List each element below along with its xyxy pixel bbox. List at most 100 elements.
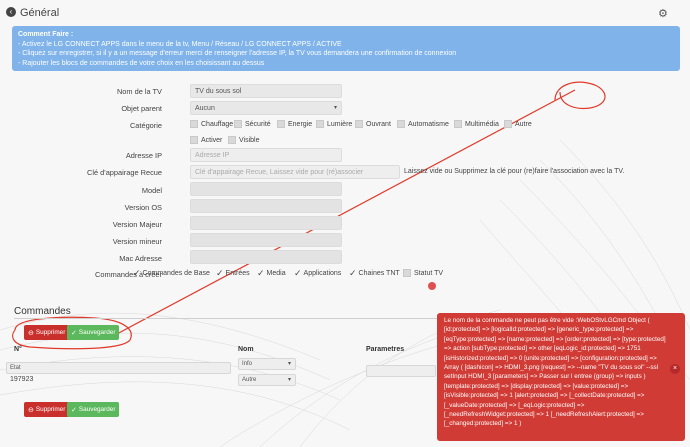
info-title: Comment Faire : [18,31,74,38]
visible-label: Visible [239,136,260,144]
ip-input[interactable]: Adresse IP [190,148,342,162]
category-checkbox[interactable]: Multimédia [454,120,499,128]
checkbox-box[interactable] [403,269,411,277]
create-option-checkbox[interactable]: ✓ Entrées [216,269,250,278]
save-button-bottom[interactable]: ✓ Sauvegarder [67,402,120,417]
major-version-field [190,216,342,230]
model-field [190,182,342,196]
minor-version-label: Version mineur [112,237,162,246]
error-notification: Le nom de la commande ne peut pas être v… [437,313,685,441]
create-option-label: Commandes de Base [142,269,210,277]
os-version-field [190,199,342,213]
create-option-label: Media [266,269,286,277]
command-parameters-field[interactable] [366,365,436,377]
checkbox-box[interactable] [234,120,242,128]
create-option-label: Chaines TNT [358,269,400,277]
os-version-label: Version OS [124,203,162,212]
category-checkbox[interactable]: Autre [504,120,532,128]
column-name: Nom [238,346,254,353]
page-title: Général [20,7,60,19]
back-icon[interactable]: ‹ [6,7,16,17]
check-icon[interactable]: ✓ [294,269,302,278]
command-type-value: Info [242,361,253,367]
column-number: N° [14,346,22,353]
create-option-checkbox[interactable]: ✓ Media [257,269,286,278]
category-option-label: Chauffage [201,120,234,128]
category-checkbox[interactable]: Lumière [316,120,352,128]
close-icon[interactable]: × [670,364,680,374]
activate-label: Activer [201,136,223,144]
checkbox-box[interactable] [277,120,285,128]
chevron-down-icon: ▾ [287,361,291,367]
category-option-label: Energie [288,120,313,128]
minus-circle-icon: ⊖ [28,406,34,414]
commands-section-title: Commandes [14,306,71,317]
visible-checkbox[interactable]: Visible [228,136,260,144]
name-input[interactable]: TV du sous sol [190,84,342,98]
category-checkbox[interactable]: Chauffage [190,120,233,128]
check-icon[interactable]: ✓ [257,269,265,278]
check-icon[interactable]: ✓ [216,269,224,278]
column-parameters: Parametres [366,346,405,353]
parent-select[interactable]: Aucun ▾ [190,101,342,115]
chevron-down-icon: ▾ [333,105,337,111]
create-option-label: Entrées [225,269,250,277]
minus-circle-icon: ⊖ [28,329,34,337]
parent-select-value: Aucun [195,105,215,112]
save-button[interactable]: ✓ Sauvegarder [67,325,120,340]
check-icon[interactable]: ✓ [349,269,357,278]
checkbox-box[interactable] [316,120,324,128]
command-type-select[interactable]: Info ▾ [238,358,296,370]
minor-version-field [190,233,342,247]
ip-label: Adresse IP [125,151,162,160]
info-line: - Cliquez sur enregistrer, si il y a un … [18,50,457,57]
check-icon[interactable]: ✓ [133,269,141,278]
checkbox-box[interactable] [504,120,512,128]
pairing-key-input[interactable]: Clé d'appairage Recue, Laissez vide pour… [190,165,400,179]
mac-address-field [190,250,342,264]
check-circle-icon: ✓ [71,406,77,414]
create-option-checkbox[interactable]: ✓ Chaines TNT [349,269,400,278]
checkbox-box[interactable] [397,120,405,128]
category-option-label: Multimédia [465,120,499,128]
warning-dot [428,282,436,290]
info-line: - Activez le LG CONNECT APPS dans le men… [18,40,342,48]
create-option-checkbox[interactable]: ✓ Applications [294,269,342,278]
pairing-key-hint: Laissez vide ou Supprimez la clé pour (r… [404,168,625,175]
command-subtype-select[interactable]: Autre ▾ [238,374,296,386]
create-option-checkbox[interactable]: ✓ Commandes de Base [133,269,210,278]
info-box: Comment Faire : - Activez le LG CONNECT … [12,26,680,71]
category-option-label: Ouvrant [366,120,391,128]
major-version-label: Version Majeur [112,220,162,229]
parent-label: Objet parent [121,104,162,113]
category-checkbox[interactable]: Automatisme [397,120,449,128]
name-label: Nom de la TV [116,87,162,96]
checkbox-box[interactable] [355,120,363,128]
gear-icon[interactable]: ⚙ [658,7,668,20]
checkbox-box[interactable] [190,136,198,144]
model-label: Model [141,186,162,195]
category-checkbox[interactable]: Ouvrant [355,120,391,128]
create-option-checkbox[interactable]: Statut TV [403,269,443,277]
mac-address-label: Mac Adresse [119,254,162,263]
delete-button-label: Supprimer [35,329,66,336]
create-option-label: Applications [303,269,342,277]
category-option-label: Sécurité [245,120,271,128]
category-option-label: Lumière [327,120,353,128]
delete-button-bottom[interactable]: ⊖ Supprimer [24,402,70,417]
info-line: - Rajouter les blocs de commandes de vot… [18,59,265,67]
category-label: Catégorie [129,121,162,130]
save-button-label: Sauvegarder [78,406,116,413]
checkbox-box[interactable] [454,120,462,128]
save-button-label: Sauvegarder [78,329,116,336]
checkbox-box[interactable] [228,136,236,144]
category-option-label: Autre [515,120,532,128]
checkbox-box[interactable] [190,120,198,128]
chevron-down-icon: ▾ [287,377,291,383]
delete-button[interactable]: ⊖ Supprimer [24,325,70,340]
category-checkbox[interactable]: Sécurité [234,120,271,128]
command-name-input[interactable]: Etat [6,362,231,374]
category-checkbox[interactable]: Energie [277,120,312,128]
activate-checkbox[interactable]: Activer [190,136,222,144]
command-subtype-value: Autre [242,377,257,383]
